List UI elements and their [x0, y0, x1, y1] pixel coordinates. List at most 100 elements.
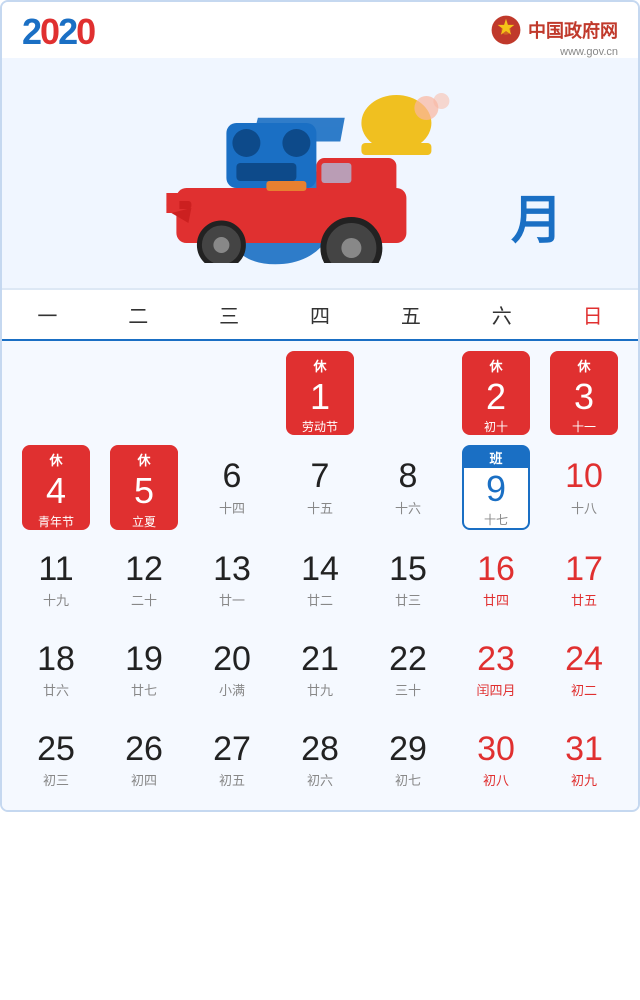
day-21: 21 廿九 — [276, 630, 364, 710]
date-20: 20 — [213, 641, 251, 678]
machinery-illustration — [166, 93, 486, 263]
date-10: 10 — [565, 458, 603, 495]
work-tag-9: 班 — [464, 447, 528, 468]
day-8: 8 十六 — [364, 445, 452, 529]
holiday-tag-5: 休 — [110, 449, 178, 470]
gov-emblem: 中国政府网 — [490, 14, 618, 46]
lunar-29: 初七 — [395, 770, 421, 789]
day-15: 15 廿三 — [364, 540, 452, 620]
date-28: 28 — [301, 731, 339, 768]
gov-url-text: www.gov.cn — [560, 46, 618, 58]
empty-cell — [100, 351, 188, 435]
work-sub-9: 十七 — [484, 511, 508, 528]
day-3: 休 3 十一 — [540, 351, 628, 435]
day-6: 6 十四 — [188, 445, 276, 529]
logo-0-2: 0 — [76, 11, 94, 52]
weekday-fri: 五 — [365, 300, 456, 329]
day-5: 休 5 立夏 — [100, 445, 188, 529]
date-24: 24 — [565, 641, 603, 678]
date-23: 23 — [477, 641, 515, 678]
lunar-14: 廿二 — [307, 590, 333, 609]
date-19: 19 — [125, 641, 163, 678]
holiday-box-1: 休 1 劳动节 — [286, 351, 354, 435]
lunar-15: 廿三 — [395, 590, 421, 609]
day-7: 7 十五 — [276, 445, 364, 529]
lunar-22: 三十 — [395, 680, 421, 699]
day-13: 13 廿一 — [188, 540, 276, 620]
year-logo: 2020 — [22, 14, 94, 50]
holiday-sub-3: 十一 — [572, 418, 596, 435]
day-18: 18 廿六 — [12, 630, 100, 710]
lunar-31: 初九 — [571, 770, 597, 789]
day-17: 17 廿五 — [540, 540, 628, 620]
day-26: 26 初四 — [100, 720, 188, 800]
logo-0-1: 0 — [40, 11, 58, 52]
work-num-9: 9 — [486, 468, 506, 509]
lunar-25: 初三 — [43, 770, 69, 789]
lunar-16: 廿四 — [483, 590, 509, 609]
week-2: 休 4 青年节 休 5 立夏 6 十四 — [12, 445, 628, 529]
calendar-page: 2020 中国政府网 www.gov.cn 5 — [0, 0, 640, 812]
holiday-tag-1: 休 — [286, 355, 354, 376]
lunar-23: 闰四月 — [476, 680, 515, 699]
day-29: 29 初七 — [364, 720, 452, 800]
day-22: 22 三十 — [364, 630, 452, 710]
holiday-tag-2: 休 — [462, 355, 530, 376]
holiday-num-2: 2 — [486, 376, 506, 417]
holiday-box-4: 休 4 青年节 — [22, 445, 90, 529]
lunar-20: 小满 — [219, 680, 245, 699]
holiday-num-5: 5 — [134, 470, 154, 511]
date-13: 13 — [213, 551, 251, 588]
month-label: 月 — [511, 178, 563, 253]
date-17: 17 — [565, 551, 603, 588]
date-22: 22 — [389, 641, 427, 678]
work-box-9: 班 9 十七 — [462, 445, 530, 529]
calendar-body: 休 1 劳动节 休 2 初十 休 — [2, 351, 638, 810]
empty-cell — [188, 351, 276, 435]
weekday-header: 一 二 三 四 五 六 日 — [2, 288, 638, 341]
calendar-section: 一 二 三 四 五 六 日 休 1 劳动节 — [2, 288, 638, 810]
logo-2: 2 — [22, 11, 40, 52]
day-4: 休 4 青年节 — [12, 445, 100, 529]
lunar-10: 十八 — [571, 498, 597, 517]
day-12: 12 二十 — [100, 540, 188, 620]
day-23: 23 闰四月 — [452, 630, 540, 710]
weekday-sun: 日 — [547, 300, 638, 329]
month-hero: 5 — [2, 58, 638, 288]
weekday-tue: 二 — [93, 300, 184, 329]
date-18: 18 — [37, 641, 75, 678]
date-29: 29 — [389, 731, 427, 768]
date-27: 27 — [213, 731, 251, 768]
week-1: 休 1 劳动节 休 2 初十 休 — [12, 351, 628, 435]
day-2: 休 2 初十 — [452, 351, 540, 435]
lunar-30: 初八 — [483, 770, 509, 789]
day-24: 24 初二 — [540, 630, 628, 710]
holiday-num-3: 3 — [574, 376, 594, 417]
gov-title-text: 中国政府网 — [528, 17, 618, 43]
empty-cell — [364, 351, 452, 435]
lunar-18: 廿六 — [43, 680, 69, 699]
date-26: 26 — [125, 731, 163, 768]
national-emblem-icon — [490, 14, 522, 46]
date-25: 25 — [37, 731, 75, 768]
date-31: 31 — [565, 731, 603, 768]
holiday-sub-1: 劳动节 — [302, 418, 338, 435]
holiday-sub-5: 立夏 — [132, 513, 156, 530]
date-30: 30 — [477, 731, 515, 768]
lunar-21: 廿九 — [307, 680, 333, 699]
day-31: 31 初九 — [540, 720, 628, 800]
day-28: 28 初六 — [276, 720, 364, 800]
day-19: 19 廿七 — [100, 630, 188, 710]
lunar-24: 初二 — [571, 680, 597, 699]
holiday-tag-3: 休 — [550, 355, 618, 376]
holiday-sub-4: 青年节 — [38, 513, 74, 530]
page-header: 2020 中国政府网 www.gov.cn — [2, 2, 638, 58]
date-8: 8 — [399, 458, 418, 495]
date-7: 7 — [311, 458, 330, 495]
lunar-12: 二十 — [131, 590, 157, 609]
day-20: 20 小满 — [188, 630, 276, 710]
holiday-box-3: 休 3 十一 — [550, 351, 618, 435]
date-16: 16 — [477, 551, 515, 588]
week-4: 18 廿六 19 廿七 20 小满 21 廿九 22 三十 — [12, 630, 628, 710]
holiday-num-4: 4 — [46, 470, 66, 511]
